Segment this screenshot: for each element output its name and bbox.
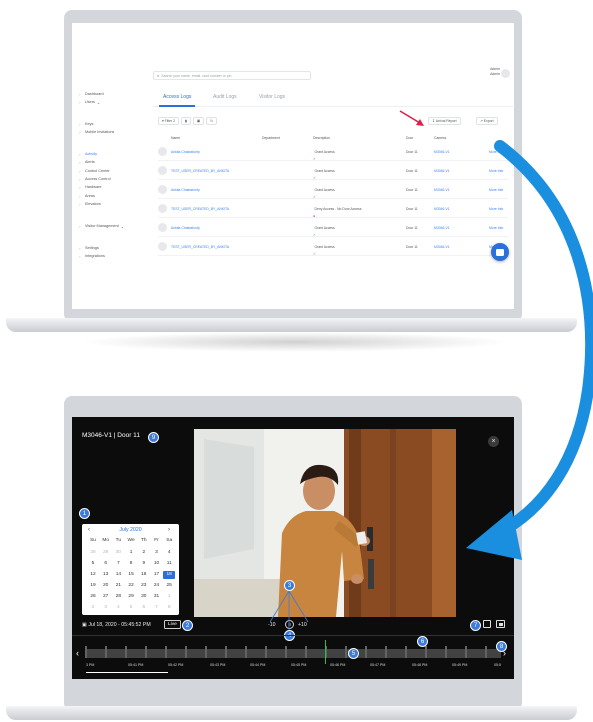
laptop-frame-bottom: M3046-V1 | Door 11 9 × July 2020 ‹ › Su …	[64, 396, 522, 711]
timeline[interactable]: ‹ › 3 PM 05:41 PM 05:42 PM 05:43 PM 05:44 PM…	[72, 635, 514, 677]
laptop-base-bottom	[6, 706, 577, 720]
timeline-time-label: 05:5	[494, 663, 501, 667]
callout-badge-8: 8	[496, 641, 507, 652]
timeline-time-label: 3 PM	[86, 663, 95, 667]
timeline-time-label: 05:49 PM	[452, 663, 468, 667]
timeline-time-label: 05:43 PM	[210, 663, 226, 667]
illustration: ⌕ Search your name, email, card number o…	[0, 0, 593, 722]
timeline-time-label: 05:44 PM	[250, 663, 266, 667]
callout-badge-6: 6	[417, 636, 428, 647]
timeline-time-label: 05:45 PM	[291, 663, 307, 667]
timeline-time-label: 05:48 PM	[412, 663, 428, 667]
timeline-progress	[86, 672, 168, 673]
timeline-time-label: 05:41 PM	[128, 663, 144, 667]
callout-badge-5: 5	[348, 648, 359, 659]
timeline-time-label: 05:46 PM	[330, 663, 346, 667]
timeline-time-label: 05:42 PM	[168, 663, 184, 667]
video-screen: M3046-V1 | Door 11 9 × July 2020 ‹ › Su …	[72, 417, 514, 679]
timeline-time-label: 05:47 PM	[370, 663, 386, 667]
timeline-playhead[interactable]	[325, 640, 326, 664]
